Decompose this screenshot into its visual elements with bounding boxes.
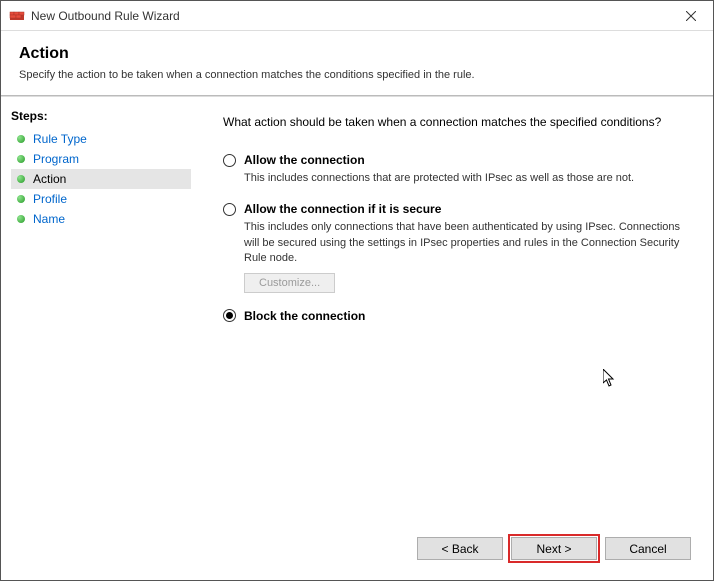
page-description: Specify the action to be taken when a co…: [19, 69, 695, 81]
cursor-icon: [603, 369, 619, 389]
button-row: < Back Next > Cancel: [417, 537, 691, 560]
window-title: New Outbound Rule Wizard: [31, 9, 668, 23]
step-bullet-icon: [17, 135, 25, 143]
step-name[interactable]: Name: [11, 209, 191, 229]
option-desc: This includes connections that are prote…: [244, 171, 684, 186]
step-program[interactable]: Program: [11, 149, 191, 169]
step-bullet-icon: [17, 155, 25, 163]
steps-heading: Steps:: [11, 109, 191, 123]
option-allow: Allow the connection This includes conne…: [223, 153, 691, 186]
radio-allow[interactable]: [223, 154, 236, 167]
step-bullet-icon: [17, 195, 25, 203]
option-label: Allow the connection: [244, 153, 365, 167]
step-label: Program: [33, 152, 79, 166]
next-button[interactable]: Next >: [511, 537, 597, 560]
page-title: Action: [19, 45, 695, 63]
step-bullet-icon: [17, 215, 25, 223]
step-label: Profile: [33, 192, 67, 206]
radio-block[interactable]: [223, 309, 236, 322]
step-label: Name: [33, 212, 65, 226]
option-allow-secure: Allow the connection if it is secure Thi…: [223, 202, 691, 292]
step-label: Rule Type: [33, 132, 87, 146]
firewall-icon: [9, 8, 25, 24]
back-button[interactable]: < Back: [417, 537, 503, 560]
close-button[interactable]: [668, 1, 713, 31]
step-action[interactable]: Action: [11, 169, 191, 189]
customize-button: Customize...: [244, 273, 335, 293]
cancel-button[interactable]: Cancel: [605, 537, 691, 560]
option-desc: This includes only connections that have…: [244, 220, 684, 266]
step-bullet-icon: [17, 175, 25, 183]
option-label: Allow the connection if it is secure: [244, 202, 441, 216]
radio-allow-secure[interactable]: [223, 203, 236, 216]
step-profile[interactable]: Profile: [11, 189, 191, 209]
question-text: What action should be taken when a conne…: [223, 115, 691, 129]
step-rule-type[interactable]: Rule Type: [11, 129, 191, 149]
main-panel: What action should be taken when a conne…: [201, 97, 713, 576]
steps-sidebar: Steps: Rule Type Program Action Profile …: [1, 97, 201, 576]
wizard-header: Action Specify the action to be taken wh…: [1, 31, 713, 95]
option-label: Block the connection: [244, 309, 365, 323]
option-block: Block the connection: [223, 309, 691, 327]
step-label: Action: [33, 172, 66, 186]
content-area: Steps: Rule Type Program Action Profile …: [1, 97, 713, 576]
titlebar: New Outbound Rule Wizard: [1, 1, 713, 31]
